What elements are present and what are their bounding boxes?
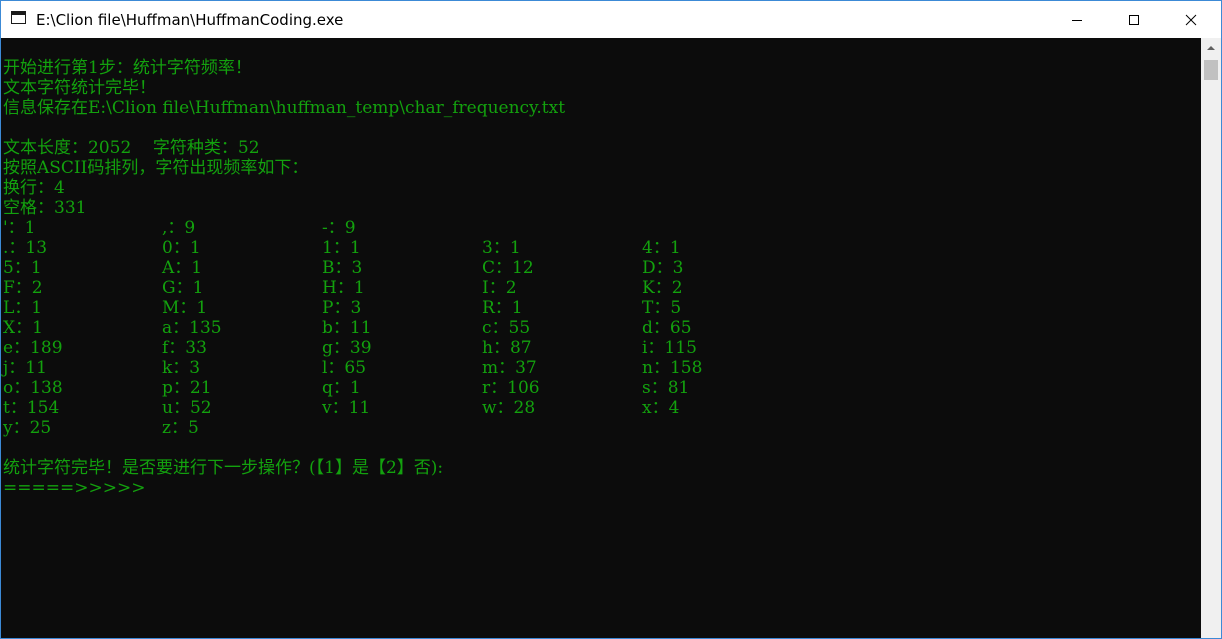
vertical-scrollbar[interactable] xyxy=(1201,38,1221,638)
frequency-cell: f：33 xyxy=(162,338,207,358)
frequency-cell: D：3 xyxy=(642,258,684,278)
frequency-cell: G：1 xyxy=(162,278,204,298)
close-button[interactable] xyxy=(1163,1,1220,38)
frequency-cell: y：25 xyxy=(3,418,52,438)
frequency-cell: I：2 xyxy=(482,278,517,298)
frequency-cell: i：115 xyxy=(642,338,697,358)
frequency-cell: .：13 xyxy=(3,238,48,258)
frequency-cell: h：87 xyxy=(482,338,532,358)
console-line: 开始进行第1步：统计字符频率！ xyxy=(3,58,252,78)
frequency-cell: v：11 xyxy=(322,398,371,418)
frequency-cell: a：135 xyxy=(162,318,222,338)
frequency-cell: r：106 xyxy=(482,378,540,398)
frequency-cell: P：3 xyxy=(322,298,362,318)
input-prompt[interactable]: =====>>>>> xyxy=(3,478,145,498)
frequency-cell: K：2 xyxy=(642,278,683,298)
console-window-icon[interactable] xyxy=(11,11,26,24)
frequency-cell: T：5 xyxy=(642,298,682,318)
frequency-cell: t：154 xyxy=(3,398,60,418)
frequency-cell: 5：1 xyxy=(3,258,42,278)
console-line: 按照ASCII码排列，字符出现频率如下： xyxy=(3,158,309,178)
frequency-cell: L：1 xyxy=(3,298,43,318)
frequency-cell: C：12 xyxy=(482,258,534,278)
frequency-cell: c：55 xyxy=(482,318,531,338)
frequency-cell: e：189 xyxy=(3,338,63,358)
console-line: 换行：4 xyxy=(3,178,65,198)
frequency-cell: n：158 xyxy=(642,358,703,378)
frequency-cell: o：138 xyxy=(3,378,63,398)
frequency-cell: w：28 xyxy=(482,398,536,418)
frequency-cell: l：65 xyxy=(322,358,367,378)
frequency-cell: u：52 xyxy=(162,398,212,418)
frequency-cell: X：1 xyxy=(3,318,43,338)
frequency-cell: x：4 xyxy=(642,398,680,418)
console-line: 空格：331 xyxy=(3,198,87,218)
frequency-cell: g：39 xyxy=(322,338,372,358)
frequency-cell: A：1 xyxy=(162,258,203,278)
frequency-cell: z：5 xyxy=(162,418,199,438)
frequency-cell: d：65 xyxy=(642,318,692,338)
minimize-icon xyxy=(1072,20,1082,21)
frequency-cell: 3：1 xyxy=(482,238,521,258)
frequency-cell: b：11 xyxy=(322,318,372,338)
maximize-icon xyxy=(1129,15,1139,25)
frequency-cell: ,：9 xyxy=(162,218,196,238)
frequency-cell: s：81 xyxy=(642,378,690,398)
frequency-cell: 1：1 xyxy=(322,238,361,258)
frequency-cell: q：1 xyxy=(322,378,361,398)
frequency-cell: j：11 xyxy=(3,358,47,378)
maximize-button[interactable] xyxy=(1106,1,1163,38)
frequency-cell: 0：1 xyxy=(162,238,201,258)
console-output[interactable]: 开始进行第1步：统计字符频率！ 文本字符统计完毕！ 信息保存在E:\Clion … xyxy=(1,38,1201,638)
frequency-cell: 4：1 xyxy=(642,238,681,258)
frequency-cell: -：9 xyxy=(322,218,356,238)
frequency-cell: '：1 xyxy=(3,218,36,238)
frequency-cell: R：1 xyxy=(482,298,523,318)
console-line: 信息保存在E:\Clion file\Huffman\huffman_temp\… xyxy=(3,98,566,118)
frequency-cell: M：1 xyxy=(162,298,208,318)
frequency-cell: k：3 xyxy=(162,358,201,378)
window-title: E:\Clion file\Huffman\HuffmanCoding.exe xyxy=(36,11,344,29)
frequency-cell: p：21 xyxy=(162,378,212,398)
scroll-up-icon[interactable] xyxy=(1201,38,1221,58)
console-window: E:\Clion file\Huffman\HuffmanCoding.exe … xyxy=(0,0,1222,639)
console-line: 文本字符统计完毕！ xyxy=(3,78,156,98)
frequency-cell: m：37 xyxy=(482,358,537,378)
frequency-cell: B：3 xyxy=(322,258,363,278)
frequency-cell: H：1 xyxy=(322,278,365,298)
close-icon xyxy=(1185,14,1197,26)
minimize-button[interactable] xyxy=(1049,1,1106,38)
confirm-prompt: 统计字符完毕！是否要进行下一步操作？(【1】是【2】否): xyxy=(3,458,444,478)
frequency-cell: F：2 xyxy=(3,278,43,298)
title-bar[interactable]: E:\Clion file\Huffman\HuffmanCoding.exe xyxy=(1,1,1221,38)
scroll-thumb[interactable] xyxy=(1204,60,1218,80)
console-line: 文本长度：2052 字符种类：52 xyxy=(3,138,260,158)
